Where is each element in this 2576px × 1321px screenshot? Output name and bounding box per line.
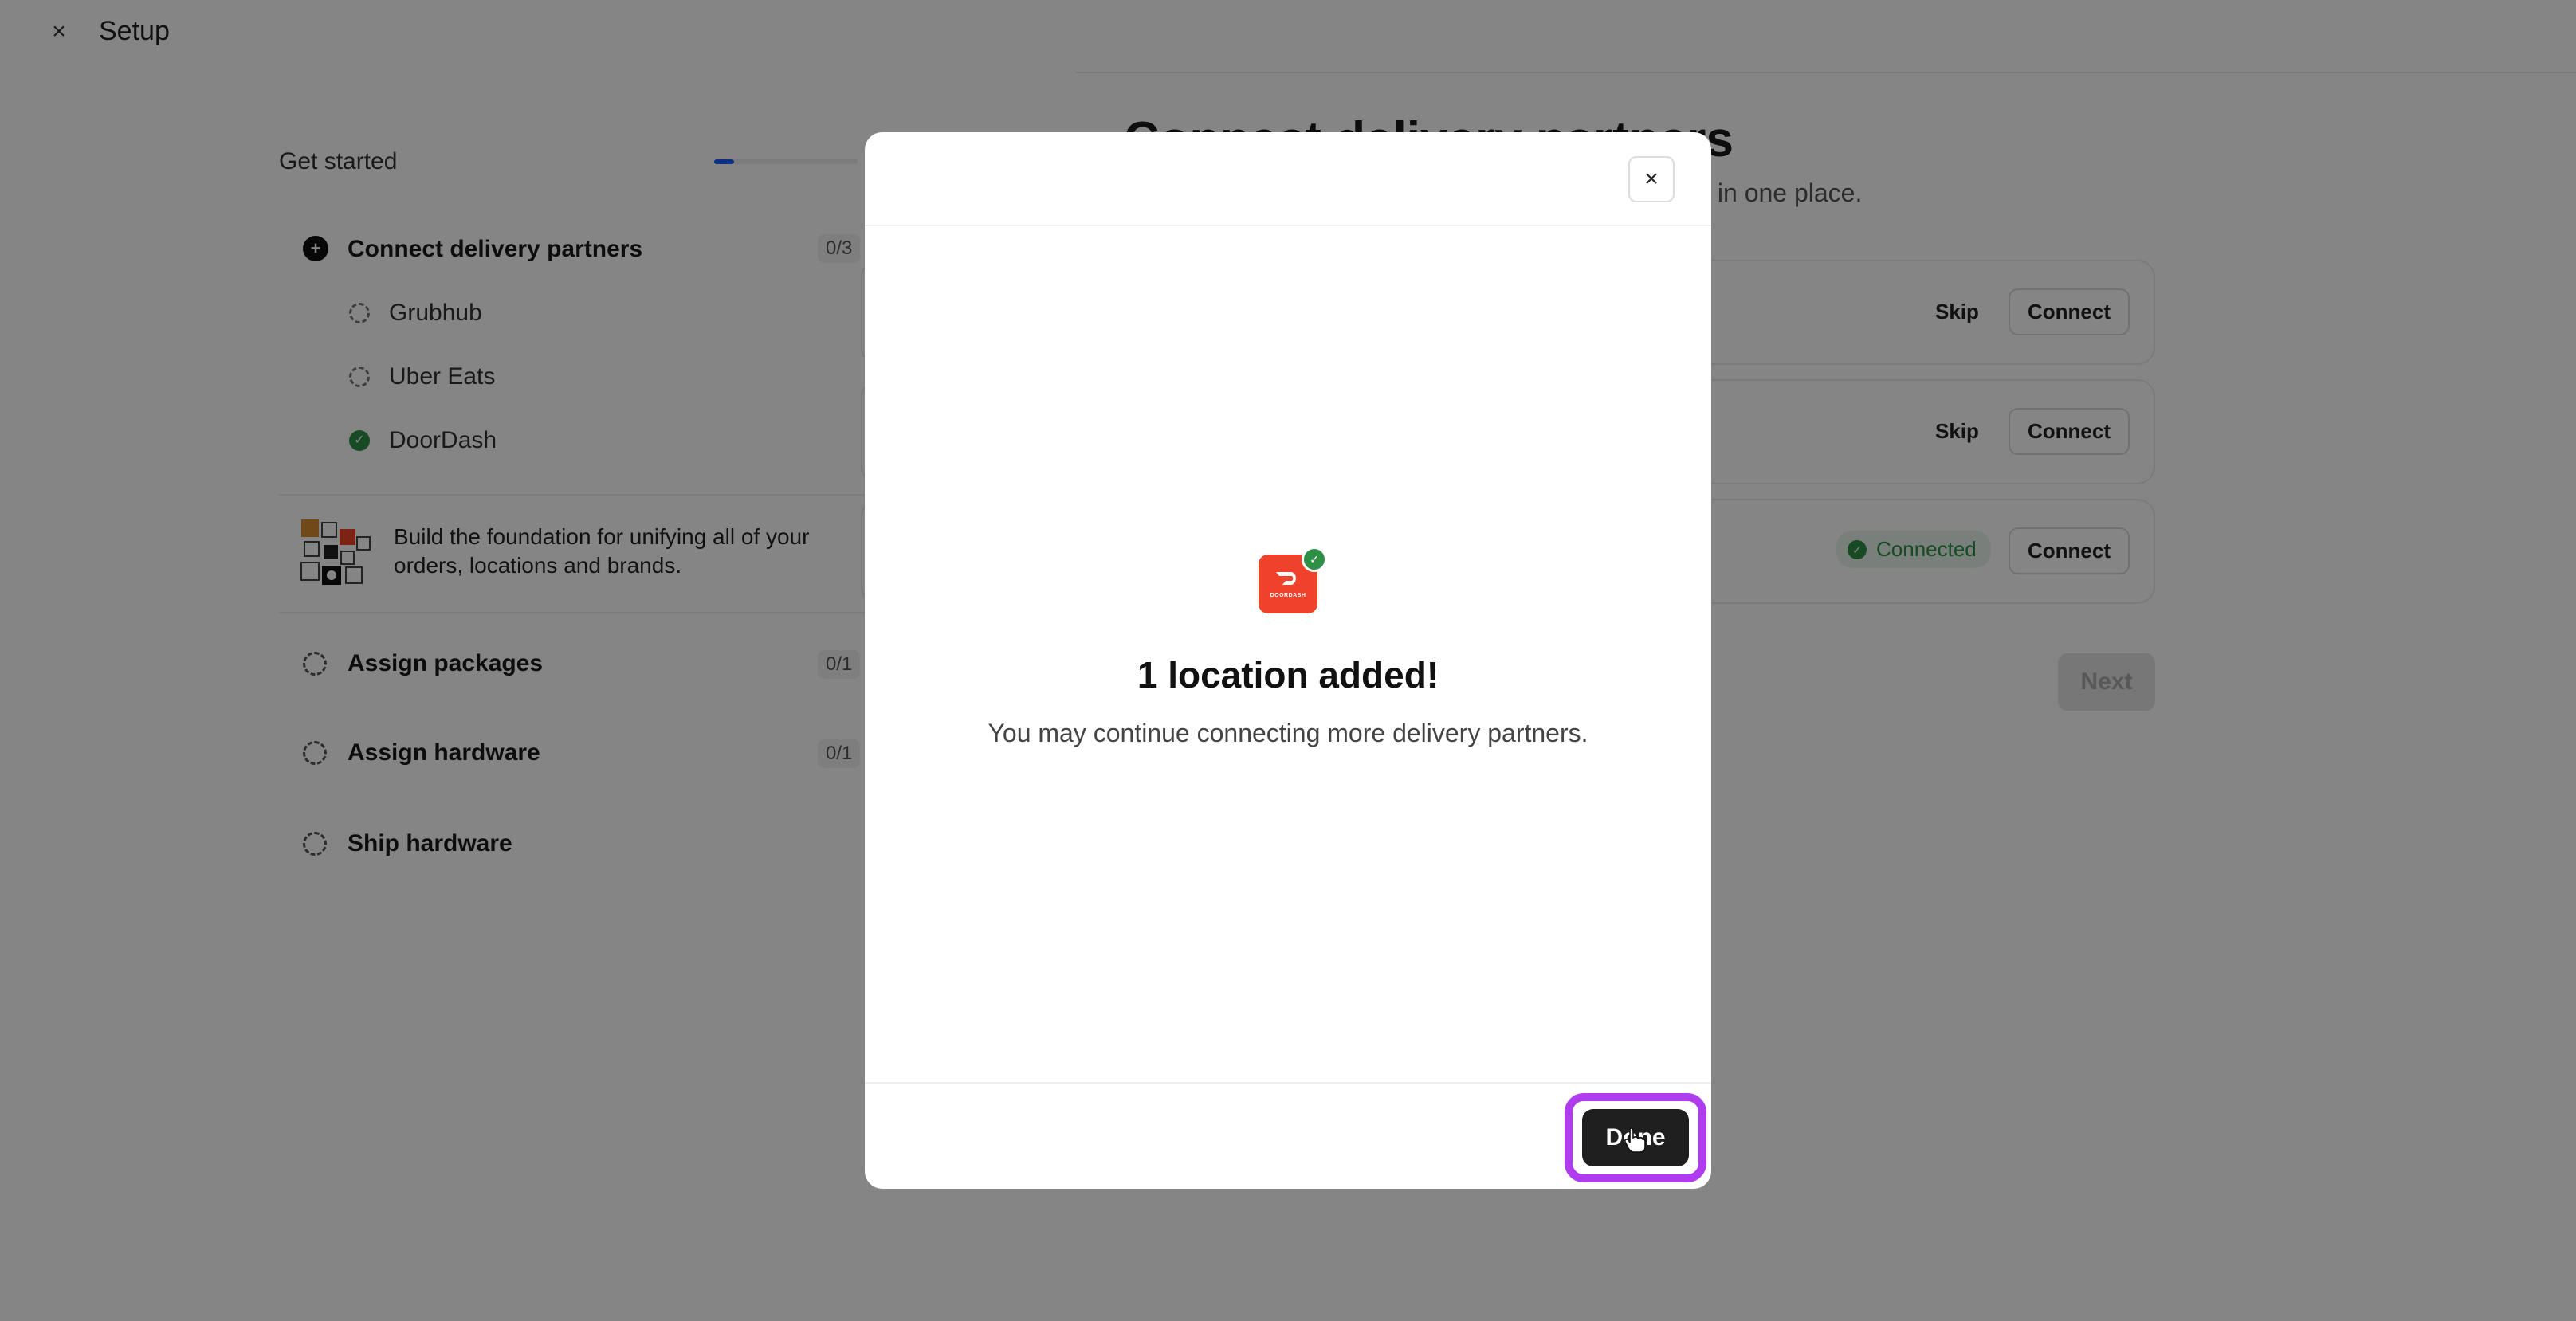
success-modal: × DOORDASH ✓ 1 location added! You may c… bbox=[865, 132, 1711, 1189]
check-circle-icon: ✓ bbox=[1302, 547, 1327, 572]
doordash-mark-icon bbox=[1276, 572, 1296, 585]
setup-page: × Setup Get started + Connect delivery p… bbox=[0, 0, 2576, 1321]
divider bbox=[865, 1082, 1711, 1084]
modal-description: You may continue connecting more deliver… bbox=[988, 719, 1588, 747]
close-icon[interactable]: × bbox=[1628, 156, 1675, 202]
doordash-wordmark: DOORDASH bbox=[1270, 593, 1306, 598]
modal-title: 1 location added! bbox=[1137, 654, 1439, 696]
cursor-icon bbox=[1624, 1127, 1646, 1153]
divider bbox=[865, 225, 1711, 226]
